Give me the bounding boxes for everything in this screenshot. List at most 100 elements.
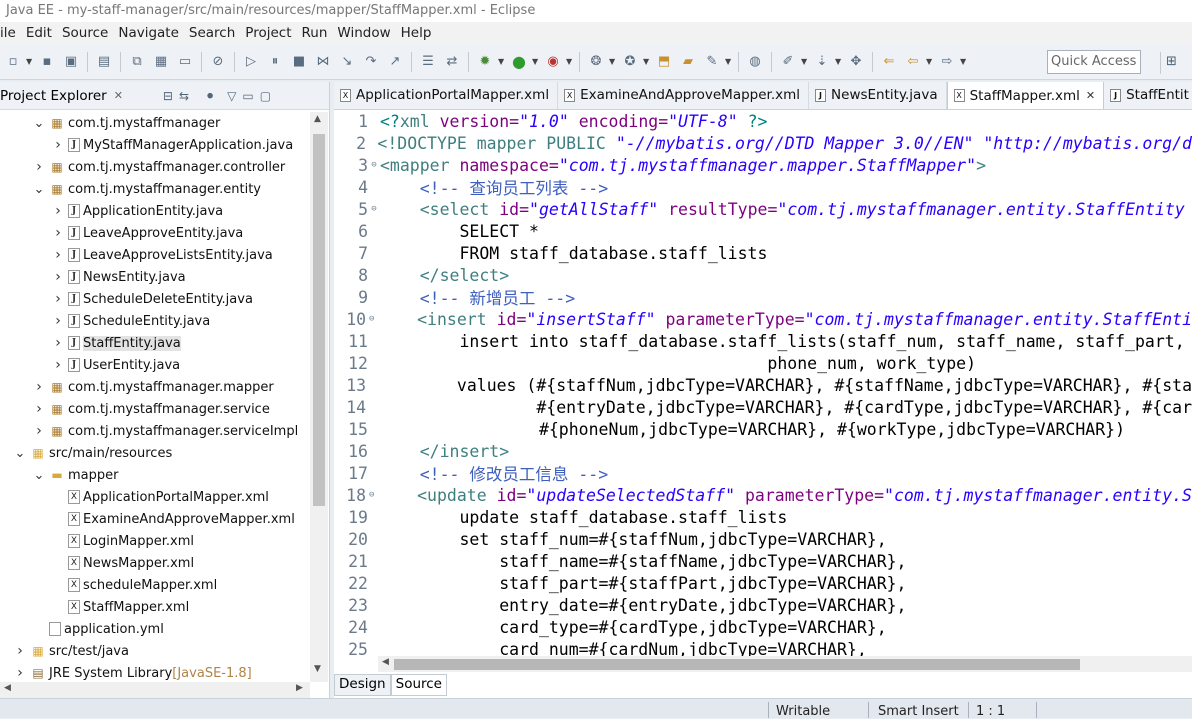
chevron-right-icon[interactable]: › bbox=[52, 335, 64, 351]
chevron-right-icon[interactable]: › bbox=[33, 401, 45, 417]
chevron-down-icon[interactable]: ⌄ bbox=[14, 446, 26, 461]
scrollbar-thumb[interactable] bbox=[394, 659, 1080, 670]
chevron-down-icon[interactable]: ▼ bbox=[26, 57, 34, 66]
tab-project-explorer[interactable]: Project Explorer ✕ bbox=[0, 88, 129, 104]
menu-file[interactable]: ile bbox=[0, 25, 22, 41]
tree-item[interactable]: › J ScheduleDeleteEntity.java bbox=[0, 288, 310, 310]
new-icon[interactable]: ▫ bbox=[2, 51, 24, 73]
tree-item[interactable]: X ApplicationPortalMapper.xml bbox=[0, 486, 310, 508]
skip-breakpoints-icon[interactable]: ⊘ bbox=[207, 51, 229, 73]
chevron-down-icon[interactable]: ▼ bbox=[609, 57, 617, 66]
tree-item[interactable]: › ▦ com.tj.mystaffmanager.service bbox=[0, 398, 310, 420]
close-icon[interactable]: ✕ bbox=[114, 89, 123, 102]
external-tools-icon[interactable]: ◉ bbox=[542, 51, 564, 73]
code-area[interactable]: 1 <?xml version="1.0" encoding="UTF-8" ?>… bbox=[334, 110, 1192, 657]
console-icon[interactable]: ▭ bbox=[174, 51, 196, 73]
scroll-right-icon[interactable]: ▶ bbox=[296, 683, 303, 693]
menu-window[interactable]: Window bbox=[333, 25, 396, 41]
scroll-up-icon[interactable]: ▲ bbox=[314, 114, 321, 124]
editor-tab[interactable]: X ApplicationPortalMapper.xml bbox=[334, 82, 559, 109]
chevron-right-icon[interactable]: › bbox=[33, 379, 45, 395]
new-wizard-icon[interactable]: ✪ bbox=[619, 51, 641, 73]
back-icon[interactable]: ⇦ bbox=[902, 51, 924, 73]
save-all-icon[interactable]: ▣ bbox=[60, 51, 82, 73]
fold-icon[interactable]: ⊖ bbox=[368, 160, 380, 170]
tree-item[interactable]: › ▤ JRE System Library [JavaSE-1.8] bbox=[0, 662, 310, 682]
tree-item[interactable]: X NewsMapper.xml bbox=[0, 552, 310, 574]
tree-item[interactable]: ⌄ ▬ mapper bbox=[0, 464, 310, 486]
editor-tab[interactable]: J StaffEntit bbox=[1104, 82, 1192, 109]
chevron-down-icon[interactable]: ⌄ bbox=[33, 116, 45, 131]
collapse-all-icon[interactable]: ⊟ bbox=[163, 89, 173, 103]
tree-item[interactable]: ⌄ ▦ com.tj.mystaffmanager.entity bbox=[0, 178, 310, 200]
tree-item[interactable]: X ExamineAndApproveMapper.xml bbox=[0, 508, 310, 530]
chevron-right-icon[interactable]: › bbox=[33, 423, 45, 439]
chevron-right-icon[interactable]: › bbox=[14, 643, 26, 659]
chevron-right-icon[interactable]: › bbox=[33, 159, 45, 175]
view-menu-icon[interactable]: ▽ bbox=[227, 89, 236, 103]
tree-item[interactable]: › ▦ com.tj.mystaffmanager.serviceImpl bbox=[0, 420, 310, 442]
fold-icon[interactable]: ⊖ bbox=[366, 314, 377, 324]
chevron-right-icon[interactable]: › bbox=[52, 247, 64, 263]
globe-icon[interactable]: ◍ bbox=[744, 51, 766, 73]
explorer-vertical-scrollbar[interactable]: ▲ ▼ bbox=[310, 112, 328, 682]
tree-item[interactable]: ⌄ ▦ src/main/resources bbox=[0, 442, 310, 464]
step-return-icon[interactable]: ↗ bbox=[384, 51, 406, 73]
tree-item[interactable]: ⌄ ▦ com.tj.mystaffmanager bbox=[0, 112, 310, 134]
tree-item[interactable]: › ▦ com.tj.mystaffmanager.controller bbox=[0, 156, 310, 178]
tree-item[interactable]: X StaffMapper.xml bbox=[0, 596, 310, 618]
last-edit-icon[interactable]: ⇐ bbox=[878, 51, 900, 73]
chevron-right-icon[interactable]: › bbox=[52, 225, 64, 241]
chevron-right-icon[interactable]: › bbox=[52, 269, 64, 285]
fold-icon[interactable]: ⊖ bbox=[368, 204, 380, 214]
scroll-down-icon[interactable]: ▼ bbox=[314, 664, 321, 674]
menu-source[interactable]: Source bbox=[58, 25, 114, 41]
server-icon[interactable]: ❂ bbox=[585, 51, 607, 73]
step-over-icon[interactable]: ↷ bbox=[360, 51, 382, 73]
step-into-icon[interactable]: ↘ bbox=[336, 51, 358, 73]
menu-navigate[interactable]: Navigate bbox=[114, 25, 185, 41]
explorer-horizontal-scrollbar[interactable]: ◀ ▶ bbox=[0, 682, 310, 698]
chevron-down-icon[interactable]: ▼ bbox=[926, 57, 934, 66]
annotation-icon[interactable]: ✐ bbox=[777, 51, 799, 73]
tree-item[interactable]: XscheduleMapper.xml bbox=[0, 574, 310, 596]
chevron-right-icon[interactable]: › bbox=[52, 291, 64, 307]
chevron-right-icon[interactable]: › bbox=[52, 203, 64, 219]
tree-item[interactable]: › J LeaveApproveListsEntity.java bbox=[0, 244, 310, 266]
chevron-down-icon[interactable]: ▼ bbox=[960, 57, 968, 66]
suspend-icon[interactable]: ⏸ bbox=[264, 51, 286, 73]
pin-icon[interactable]: ✥ bbox=[845, 51, 867, 73]
tree-item[interactable]: › ▦ com.tj.mystaffmanager.mapper bbox=[0, 376, 310, 398]
chevron-down-icon[interactable]: ▼ bbox=[498, 57, 506, 66]
editor-horizontal-scrollbar[interactable]: ◀ bbox=[378, 656, 1192, 672]
next-annotation-icon[interactable]: ⇣ bbox=[811, 51, 833, 73]
menu-run[interactable]: Run bbox=[298, 25, 334, 41]
editor-tab[interactable]: J NewsEntity.java bbox=[809, 82, 947, 109]
scrollbar-thumb[interactable] bbox=[313, 134, 325, 506]
tree-item[interactable]: › J StaffEntity.java bbox=[0, 332, 310, 354]
forward-icon[interactable]: ⇨ bbox=[936, 51, 958, 73]
open-folder-icon[interactable]: ▰ bbox=[677, 51, 699, 73]
open-perspective-icon[interactable]: ⊞ bbox=[1160, 52, 1182, 74]
edit-icon[interactable]: ✎ bbox=[701, 51, 723, 73]
chevron-down-icon[interactable]: ▼ bbox=[801, 57, 809, 66]
chevron-down-icon[interactable]: ▼ bbox=[643, 57, 651, 66]
chevron-down-icon[interactable]: ▼ bbox=[725, 57, 733, 66]
tree-item[interactable]: › J ScheduleEntity.java bbox=[0, 310, 310, 332]
chevron-right-icon[interactable]: › bbox=[52, 357, 64, 373]
terminate-icon[interactable]: ■ bbox=[288, 51, 310, 73]
debug-icon[interactable]: ✹ bbox=[474, 51, 496, 73]
tree-item[interactable]: › J UserEntity.java bbox=[0, 354, 310, 376]
build-icon[interactable]: ⧉ bbox=[126, 51, 148, 73]
link-editor-icon[interactable]: ⇆ bbox=[179, 89, 189, 103]
tree-item[interactable]: › ▦ src/test/java bbox=[0, 640, 310, 662]
menu-search[interactable]: Search bbox=[185, 25, 241, 41]
editor-tab[interactable]: X ExamineAndApproveMapper.xml bbox=[558, 82, 810, 109]
tab-source[interactable]: Source bbox=[390, 674, 447, 696]
chevron-down-icon[interactable]: ⌄ bbox=[33, 468, 45, 483]
tree-item[interactable]: application.yml bbox=[0, 618, 310, 640]
maximize-icon[interactable]: ▢ bbox=[260, 89, 271, 103]
quick-access-input[interactable]: Quick Access bbox=[1047, 50, 1141, 74]
fold-icon[interactable]: ⊖ bbox=[366, 490, 377, 500]
chevron-right-icon[interactable]: › bbox=[52, 137, 64, 153]
